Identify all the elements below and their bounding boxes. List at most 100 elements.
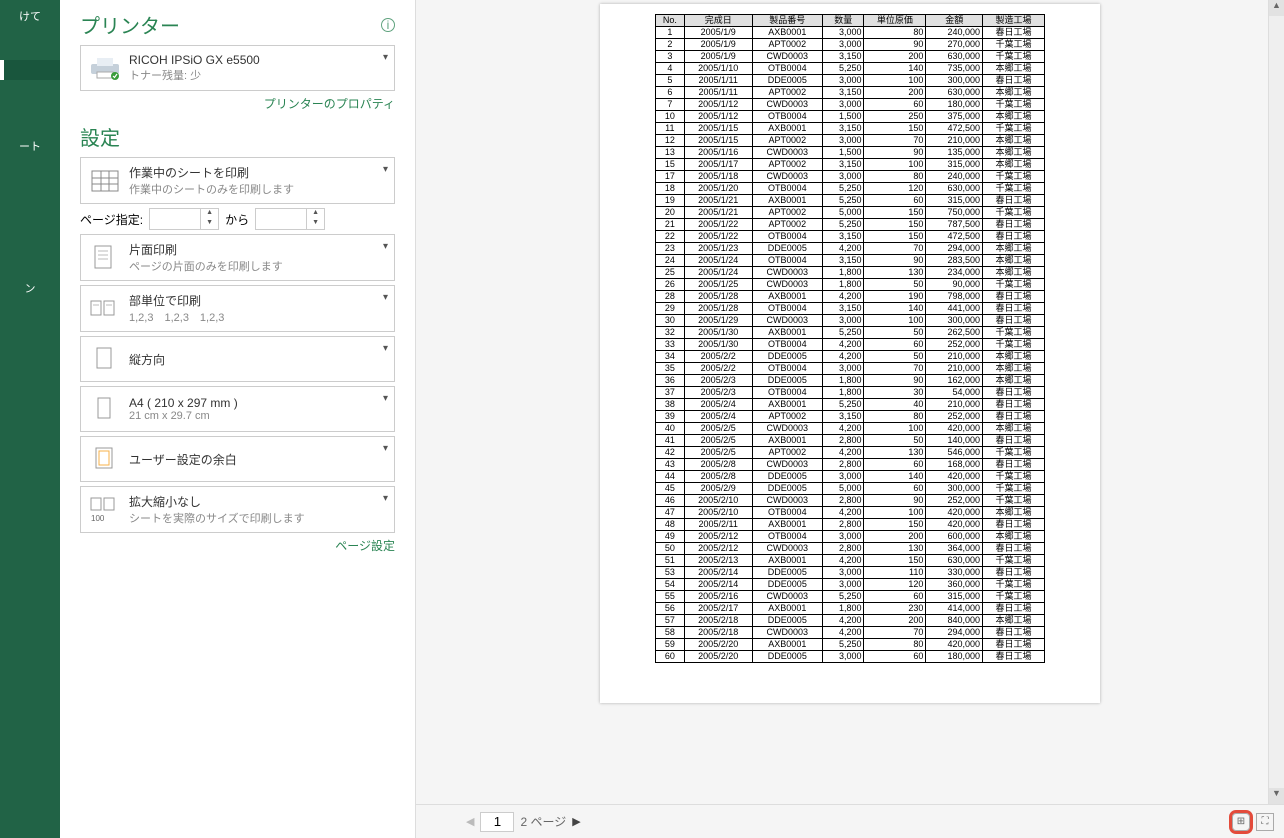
table-cell: 2005/2/20 xyxy=(684,651,752,663)
table-cell: 420,000 xyxy=(926,471,983,483)
table-cell: 5,250 xyxy=(822,327,864,339)
table-cell: 春日工場 xyxy=(983,303,1045,315)
table-cell: 40 xyxy=(656,423,685,435)
table-cell: 270,000 xyxy=(926,39,983,51)
table-cell: 3,000 xyxy=(822,579,864,591)
table-row: 202005/1/21APT00025,000150750,000千葉工場 xyxy=(656,207,1045,219)
table-cell: 294,000 xyxy=(926,627,983,639)
table-row: 382005/2/4AXB00015,25040210,000春日工場 xyxy=(656,399,1045,411)
table-row: 502005/2/12CWD00032,800130364,000春日工場 xyxy=(656,543,1045,555)
table-cell: 150 xyxy=(864,219,926,231)
table-row: 412005/2/5AXB00012,80050140,000春日工場 xyxy=(656,435,1045,447)
table-cell: 472,500 xyxy=(926,123,983,135)
table-cell: 2005/1/9 xyxy=(684,51,752,63)
nav-item[interactable]: ート xyxy=(0,130,60,162)
table-cell: 19 xyxy=(656,195,685,207)
print-what-select[interactable]: 作業中のシートを印刷 作業中のシートのみを印刷します ▾ xyxy=(80,157,395,204)
table-cell: 千葉工場 xyxy=(983,339,1045,351)
table-cell: 2,800 xyxy=(822,519,864,531)
table-cell: 230 xyxy=(864,603,926,615)
table-cell: 3,150 xyxy=(822,123,864,135)
next-page-button[interactable]: ▶ xyxy=(572,815,580,828)
table-cell: 2005/1/20 xyxy=(684,183,752,195)
nav-item-print[interactable] xyxy=(0,60,60,80)
printer-section-title: プリンター i xyxy=(80,10,395,39)
spinner-down-icon[interactable]: ▼ xyxy=(201,219,218,229)
table-cell: 4,200 xyxy=(822,447,864,459)
page-from-spinner[interactable]: ▲▼ xyxy=(149,208,219,230)
zoom-to-page-button[interactable]: ⛶ xyxy=(1256,813,1274,831)
table-cell: 2005/1/21 xyxy=(684,195,752,207)
page-setup-link[interactable]: ページ設定 xyxy=(335,539,395,553)
page-from-input[interactable] xyxy=(150,209,200,229)
scroll-up-icon[interactable]: ▲ xyxy=(1269,0,1284,16)
table-cell: AXB0001 xyxy=(752,399,822,411)
chevron-down-icon: ▾ xyxy=(383,443,388,454)
table-cell: 57 xyxy=(656,615,685,627)
table-cell: 364,000 xyxy=(926,543,983,555)
table-cell: 2005/1/15 xyxy=(684,135,752,147)
table-cell: 5 xyxy=(656,75,685,87)
table-cell: 2005/2/18 xyxy=(684,627,752,639)
table-cell: 2005/1/10 xyxy=(684,63,752,75)
table-cell: 50 xyxy=(656,543,685,555)
vertical-scrollbar[interactable]: ▲ ▼ xyxy=(1268,0,1284,804)
table-cell: 春日工場 xyxy=(983,543,1045,555)
table-cell: 4,200 xyxy=(822,627,864,639)
collate-select[interactable]: 部単位で印刷 1,2,3 1,2,3 1,2,3 ▾ xyxy=(80,285,395,332)
sides-select[interactable]: 片面印刷 ページの片面のみを印刷します ▾ xyxy=(80,234,395,281)
scaling-label: 拡大縮小なし xyxy=(129,493,305,510)
table-row: 552005/2/16CWD00035,25060315,000千葉工場 xyxy=(656,591,1045,603)
table-cell: 2005/2/3 xyxy=(684,387,752,399)
printer-properties-link[interactable]: プリンターのプロパティ xyxy=(264,97,395,111)
table-cell: 32 xyxy=(656,327,685,339)
table-cell: 本郷工場 xyxy=(983,351,1045,363)
spinner-up-icon[interactable]: ▲ xyxy=(307,209,324,219)
table-cell: 1,800 xyxy=(822,375,864,387)
table-cell: 本郷工場 xyxy=(983,111,1045,123)
margins-select[interactable]: ユーザー設定の余白 ▾ xyxy=(80,436,395,482)
table-row: 182005/1/20OTB00045,250120630,000千葉工場 xyxy=(656,183,1045,195)
page-to-input[interactable] xyxy=(256,209,306,229)
table-cell: DDE0005 xyxy=(752,351,822,363)
printer-section-label: プリンター xyxy=(80,10,180,39)
table-cell: 2005/1/9 xyxy=(684,39,752,51)
table-cell: 630,000 xyxy=(926,87,983,99)
table-cell: 34 xyxy=(656,351,685,363)
table-header: 製品番号 xyxy=(752,15,822,27)
orientation-select[interactable]: 縦方向 ▾ xyxy=(80,336,395,382)
paper-size-select[interactable]: A4 ( 210 x 297 mm ) 21 cm x 29.7 cm ▾ xyxy=(80,386,395,432)
table-cell: 90 xyxy=(864,39,926,51)
table-cell: DDE0005 xyxy=(752,651,822,663)
table-cell: 420,000 xyxy=(926,423,983,435)
info-icon[interactable]: i xyxy=(381,18,395,32)
table-cell: 3,150 xyxy=(822,255,864,267)
table-cell: 4,200 xyxy=(822,555,864,567)
page-to-spinner[interactable]: ▲▼ xyxy=(255,208,325,230)
nav-item[interactable]: けて xyxy=(0,0,60,32)
table-cell: OTB0004 xyxy=(752,507,822,519)
current-page-input[interactable] xyxy=(480,812,514,832)
table-cell: 2,800 xyxy=(822,435,864,447)
table-cell: 90 xyxy=(864,375,926,387)
table-cell: 7 xyxy=(656,99,685,111)
table-cell: APT0002 xyxy=(752,207,822,219)
table-cell: 190 xyxy=(864,291,926,303)
table-cell: 15 xyxy=(656,159,685,171)
table-row: 152005/1/17APT00023,150100315,000本郷工場 xyxy=(656,159,1045,171)
prev-page-button[interactable]: ◀ xyxy=(466,815,474,828)
show-margins-button[interactable]: ⊞ xyxy=(1232,813,1250,831)
scaling-select[interactable]: 100 拡大縮小なし シートを実際のサイズで印刷します ▾ xyxy=(80,486,395,533)
nav-item[interactable]: ン xyxy=(0,272,60,304)
page-range-label: ページ指定: xyxy=(80,211,143,228)
table-cell: 240,000 xyxy=(926,171,983,183)
spinner-up-icon[interactable]: ▲ xyxy=(201,209,218,219)
table-cell: 441,000 xyxy=(926,303,983,315)
table-cell: 5,250 xyxy=(822,639,864,651)
printer-select[interactable]: RICOH IPSiO GX e5500 トナー残量: 少 ▾ xyxy=(80,45,395,91)
sides-label: 片面印刷 xyxy=(129,241,283,258)
table-cell: 2005/2/4 xyxy=(684,399,752,411)
scroll-down-icon[interactable]: ▼ xyxy=(1269,788,1284,804)
table-cell: 2005/2/13 xyxy=(684,555,752,567)
spinner-down-icon[interactable]: ▼ xyxy=(307,219,324,229)
